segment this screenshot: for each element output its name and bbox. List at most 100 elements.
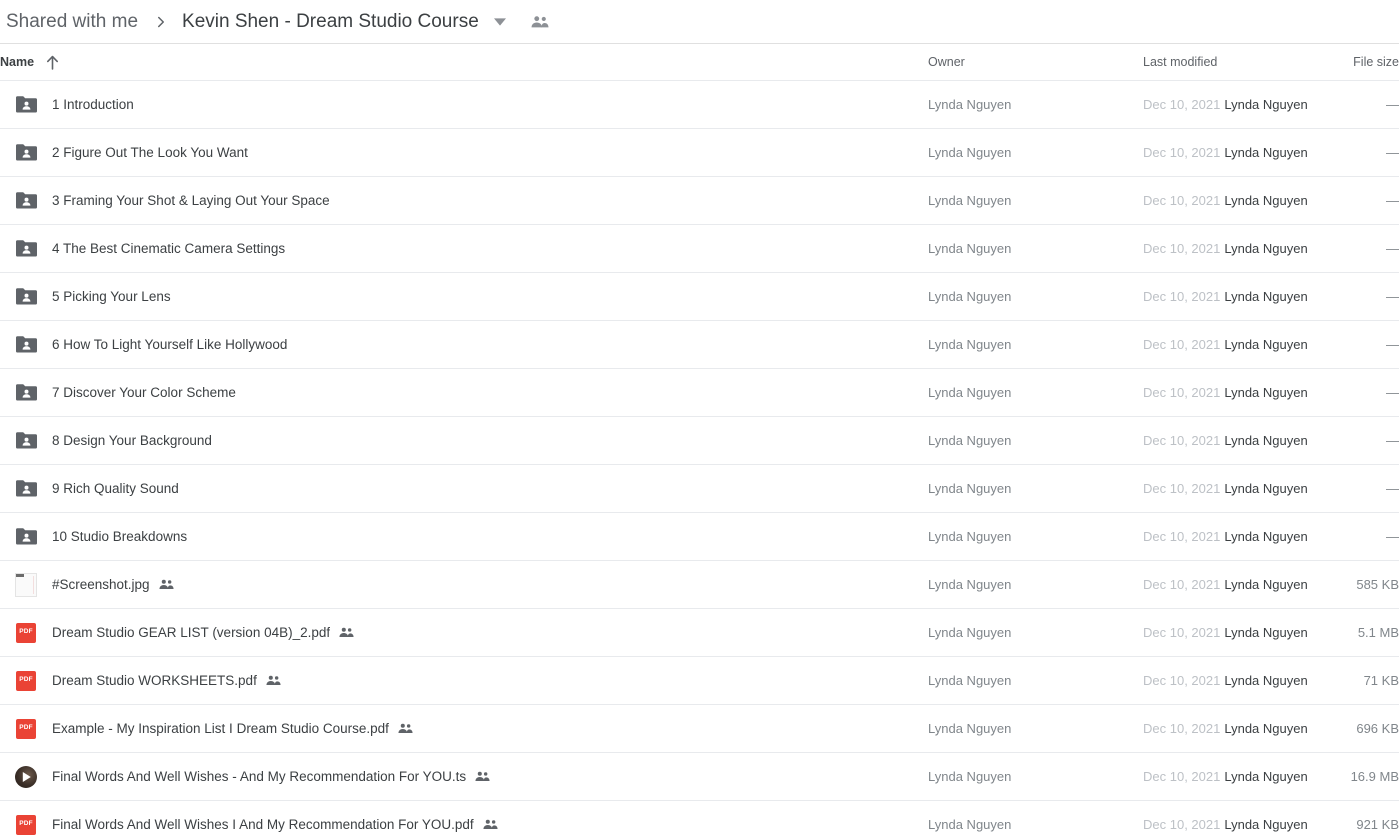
shared-people-icon — [159, 579, 174, 590]
file-size-cell: 696 KB — [1356, 721, 1399, 736]
table-row[interactable]: 6 How To Light Yourself Like Hollywood Ly… — [0, 320, 1399, 368]
last-modified-date: Dec 10, 2021 — [1143, 769, 1221, 784]
table-row[interactable]: 1 Introduction Lynda Nguyen Dec 10, 2021 Ly… — [0, 80, 1399, 128]
file-name-cell[interactable]: 9 Rich Quality Sound — [0, 477, 928, 501]
file-name-cell[interactable]: PDF Example - My Inspiration List I Dream… — [0, 717, 928, 741]
owner-cell: Lynda Nguyen — [928, 97, 1012, 112]
people-shared-icon — [527, 10, 553, 34]
last-modified-date: Dec 10, 2021 — [1143, 529, 1221, 544]
last-modified-by: Lynda Nguyen — [1224, 769, 1308, 784]
shared-folder-icon — [15, 96, 37, 113]
file-name-label: 7 Discover Your Color Scheme — [52, 385, 236, 400]
file-type-icon-slot — [14, 429, 38, 453]
file-name-label: #Screenshot.jpg — [52, 577, 150, 592]
owner-cell: Lynda Nguyen — [928, 289, 1012, 304]
owner-cell: Lynda Nguyen — [928, 673, 1012, 688]
column-header-file-size[interactable]: File size — [1343, 55, 1399, 69]
file-name-cell[interactable]: 1 Introduction — [0, 93, 928, 117]
shared-people-icon — [339, 627, 354, 638]
table-row[interactable]: PDF Example - My Inspiration List I Dream… — [0, 704, 1399, 752]
last-modified-date: Dec 10, 2021 — [1143, 625, 1221, 640]
video-thumbnail-icon — [15, 765, 37, 788]
file-name-cell[interactable]: Final Words And Well Wishes - And My Rec… — [0, 765, 928, 789]
file-name-label: 6 How To Light Yourself Like Hollywood — [52, 337, 288, 352]
table-row[interactable]: PDF Dream Studio WORKSHEETS.pdf Lynda Nguy… — [0, 656, 1399, 704]
file-name-cell[interactable]: 4 The Best Cinematic Camera Settings — [0, 237, 928, 261]
last-modified-cell: Dec 10, 2021 Lynda Nguyen — [1143, 721, 1343, 736]
last-modified-cell: Dec 10, 2021 Lynda Nguyen — [1143, 769, 1343, 784]
table-row[interactable]: 8 Design Your Background Lynda Nguyen Dec … — [0, 416, 1399, 464]
last-modified-by: Lynda Nguyen — [1224, 97, 1308, 112]
file-type-icon-slot: PDF — [14, 717, 38, 741]
file-name-label: 2 Figure Out The Look You Want — [52, 145, 248, 160]
shared-folder-icon — [15, 336, 37, 353]
last-modified-cell: Dec 10, 2021 Lynda Nguyen — [1143, 625, 1343, 640]
file-name-cell[interactable]: 3 Framing Your Shot & Laying Out Your Sp… — [0, 189, 928, 213]
file-name-cell[interactable]: 2 Figure Out The Look You Want — [0, 141, 928, 165]
last-modified-cell: Dec 10, 2021 Lynda Nguyen — [1143, 193, 1343, 208]
file-name-label: Dream Studio WORKSHEETS.pdf — [52, 673, 257, 688]
pdf-file-icon: PDF — [16, 670, 36, 691]
shared-folder-icon — [15, 288, 37, 305]
file-name-cell[interactable]: PDF Dream Studio GEAR LIST (version 04B)_… — [0, 621, 928, 645]
last-modified-by: Lynda Nguyen — [1224, 145, 1308, 160]
file-name-cell[interactable]: #Screenshot.jpg — [0, 572, 928, 597]
breadcrumb-root-shared-with-me[interactable]: Shared with me — [0, 9, 144, 35]
column-header-owner[interactable]: Owner — [928, 55, 1143, 69]
table-row[interactable]: 4 The Best Cinematic Camera Settings Lynd… — [0, 224, 1399, 272]
column-header-last-modified[interactable]: Last modified — [1143, 55, 1343, 69]
file-type-icon-slot — [14, 285, 38, 309]
file-name-cell[interactable]: PDF Dream Studio WORKSHEETS.pdf — [0, 669, 928, 693]
last-modified-cell: Dec 10, 2021 Lynda Nguyen — [1143, 433, 1343, 448]
pdf-file-icon: PDF — [16, 814, 36, 835]
last-modified-cell: Dec 10, 2021 Lynda Nguyen — [1143, 577, 1343, 592]
last-modified-by: Lynda Nguyen — [1224, 433, 1308, 448]
file-name-cell[interactable]: 5 Picking Your Lens — [0, 285, 928, 309]
table-row[interactable]: 3 Framing Your Shot & Laying Out Your Sp… — [0, 176, 1399, 224]
file-size-cell: 921 KB — [1356, 817, 1399, 832]
last-modified-by: Lynda Nguyen — [1224, 721, 1308, 736]
table-row[interactable]: 2 Figure Out The Look You Want Lynda Nguy… — [0, 128, 1399, 176]
table-row[interactable]: #Screenshot.jpg Lynda Nguyen Dec 10, 2021 L… — [0, 560, 1399, 608]
file-size-cell: 71 KB — [1363, 673, 1399, 688]
last-modified-cell: Dec 10, 2021 Lynda Nguyen — [1143, 817, 1343, 832]
column-header-name[interactable]: Name — [0, 55, 928, 70]
table-row[interactable]: Final Words And Well Wishes - And My Rec… — [0, 752, 1399, 800]
owner-cell: Lynda Nguyen — [928, 337, 1012, 352]
table-row[interactable]: 7 Discover Your Color Scheme Lynda Nguyen… — [0, 368, 1399, 416]
chevron-down-icon[interactable] — [487, 10, 513, 34]
file-size-cell: — — [1386, 433, 1399, 448]
file-name-cell[interactable]: 10 Studio Breakdowns — [0, 525, 928, 549]
last-modified-cell: Dec 10, 2021 Lynda Nguyen — [1143, 145, 1343, 160]
last-modified-date: Dec 10, 2021 — [1143, 721, 1221, 736]
file-name-cell[interactable]: PDF Final Words And Well Wishes I And My … — [0, 813, 928, 835]
table-row[interactable]: 5 Picking Your Lens Lynda Nguyen Dec 10, 2… — [0, 272, 1399, 320]
table-row[interactable]: 9 Rich Quality Sound Lynda Nguyen Dec 10, … — [0, 464, 1399, 512]
table-row[interactable]: PDF Dream Studio GEAR LIST (version 04B)_… — [0, 608, 1399, 656]
shared-people-icon — [483, 819, 498, 830]
last-modified-date: Dec 10, 2021 — [1143, 481, 1221, 496]
table-row[interactable]: PDF Final Words And Well Wishes I And My … — [0, 800, 1399, 835]
breadcrumb-current-folder[interactable]: Kevin Shen - Dream Studio Course — [178, 9, 483, 35]
owner-cell: Lynda Nguyen — [928, 529, 1012, 544]
file-name-cell[interactable]: 7 Discover Your Color Scheme — [0, 381, 928, 405]
file-type-icon-slot — [14, 237, 38, 261]
file-name-cell[interactable]: 6 How To Light Yourself Like Hollywood — [0, 333, 928, 357]
last-modified-date: Dec 10, 2021 — [1143, 193, 1221, 208]
shared-people-icon — [266, 675, 281, 686]
file-type-icon-slot — [14, 572, 38, 597]
file-type-icon-slot — [14, 93, 38, 117]
shared-folder-icon — [15, 480, 37, 497]
shared-folder-icon — [15, 432, 37, 449]
file-name-label: Example - My Inspiration List I Dream St… — [52, 721, 389, 736]
table-row[interactable]: 10 Studio Breakdowns Lynda Nguyen Dec 10, … — [0, 512, 1399, 560]
file-size-cell: — — [1386, 241, 1399, 256]
file-name-label: 1 Introduction — [52, 97, 134, 112]
file-name-label: 10 Studio Breakdowns — [52, 529, 188, 544]
last-modified-cell: Dec 10, 2021 Lynda Nguyen — [1143, 529, 1343, 544]
file-type-icon-slot — [14, 477, 38, 501]
last-modified-date: Dec 10, 2021 — [1143, 145, 1221, 160]
file-name-cell[interactable]: 8 Design Your Background — [0, 429, 928, 453]
last-modified-date: Dec 10, 2021 — [1143, 433, 1221, 448]
owner-cell: Lynda Nguyen — [928, 721, 1012, 736]
